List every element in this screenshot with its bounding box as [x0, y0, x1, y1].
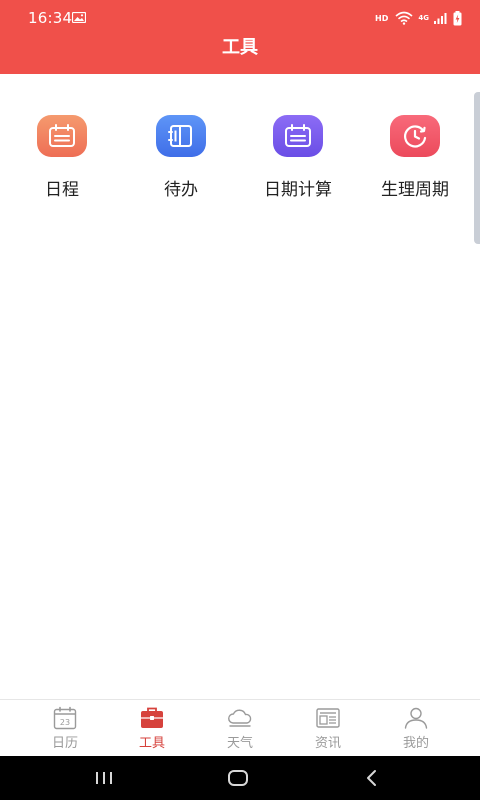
- hd-label: HD: [375, 13, 389, 23]
- tool-label: 日期计算: [264, 180, 332, 200]
- calendar-icon: 23: [53, 706, 77, 730]
- tool-todo[interactable]: 待办: [121, 110, 241, 210]
- tool-date-calculator[interactable]: 日期计算: [238, 110, 358, 210]
- calendar-calc-icon: [273, 115, 323, 157]
- recent-apps-icon[interactable]: [94, 771, 114, 785]
- tab-label: 天气: [226, 736, 253, 751]
- calendar-icon: [37, 115, 87, 157]
- home-icon[interactable]: [227, 769, 249, 787]
- status-time: 16:34: [28, 9, 73, 27]
- tool-label: 日程: [45, 180, 79, 200]
- tool-label: 生理周期: [381, 180, 449, 200]
- wifi-icon: [395, 11, 413, 25]
- person-icon: [404, 707, 428, 729]
- tab-profile[interactable]: 我的: [368, 700, 464, 757]
- tab-label: 工具: [138, 736, 165, 751]
- tab-label: 我的: [402, 736, 429, 751]
- status-indicators: HD 4G: [375, 9, 462, 27]
- battery-charging-icon: [453, 10, 462, 25]
- tab-tools[interactable]: 工具: [104, 700, 200, 757]
- system-navigation-bar: [0, 756, 480, 800]
- tab-label: 日历: [51, 736, 78, 751]
- news-icon: [316, 708, 340, 728]
- image-notification-icon: [72, 12, 86, 23]
- signal-icon: [434, 13, 447, 24]
- app-header: 16:34 HD 4G 工具: [0, 0, 480, 74]
- page-title: 工具: [222, 37, 258, 58]
- bottom-tab-bar: 23 日历 工具 天气 资讯 我的: [0, 699, 480, 756]
- network-type-label: 4G: [418, 13, 429, 22]
- notebook-icon: [156, 115, 206, 157]
- tools-grid: 日程 待办 日期计算 生理周期: [0, 110, 480, 220]
- tool-menstrual-cycle[interactable]: 生理周期: [355, 110, 475, 210]
- tab-weather[interactable]: 天气: [192, 700, 288, 757]
- cloud-icon: [228, 709, 252, 727]
- toolbox-icon: [141, 707, 163, 728]
- tool-label: 待办: [164, 180, 198, 200]
- tab-calendar[interactable]: 23 日历: [17, 700, 113, 757]
- cycle-clock-icon: [390, 115, 440, 157]
- calendar-day-number: 23: [60, 718, 70, 727]
- tab-label: 资讯: [314, 736, 341, 751]
- tab-news[interactable]: 资讯: [280, 700, 376, 757]
- scroll-indicator[interactable]: [474, 92, 480, 244]
- tool-schedule[interactable]: 日程: [2, 110, 122, 210]
- back-icon[interactable]: [365, 769, 379, 787]
- status-bar: 16:34 HD 4G: [0, 0, 480, 36]
